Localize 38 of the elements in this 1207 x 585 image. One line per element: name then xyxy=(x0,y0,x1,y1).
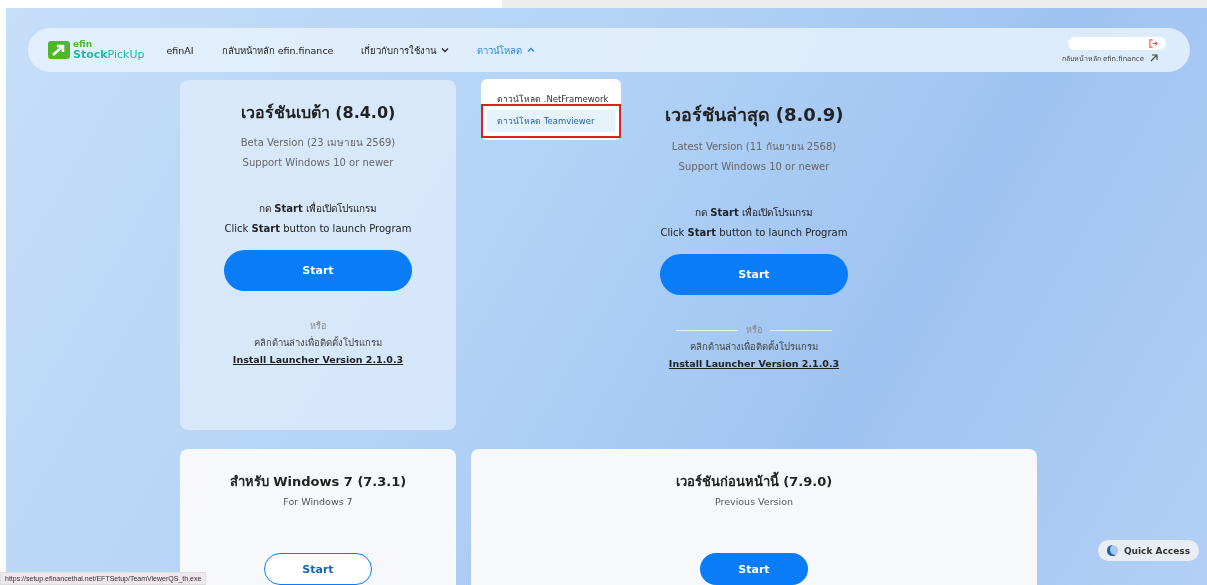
menu-item[interactable]: ดาวน์โหลด .NetFramework xyxy=(487,88,615,110)
or-text: หรือ xyxy=(310,320,326,333)
start-hint: กด Start เพื่อเปิดโปรแกรม xyxy=(259,200,377,216)
start-button[interactable]: Start xyxy=(700,553,808,585)
support-text: Support Windows 10 or newer xyxy=(678,160,830,174)
or-text: หรือ xyxy=(746,324,762,337)
nav-link[interactable]: กลับหน้าหลัก efin.finance xyxy=(221,42,334,58)
menu-item[interactable]: ดาวน์โหลด Teamviewer xyxy=(487,110,615,132)
version-title: เวอร์ชันล่าสุด (8.0.9) xyxy=(664,103,844,129)
start-button[interactable]: Start xyxy=(264,553,372,585)
logout-icon xyxy=(1149,38,1158,48)
nav-link[interactable]: เกี่ยวกับการใช้งาน xyxy=(361,42,450,58)
logo-text: Stock xyxy=(73,48,108,61)
install-link[interactable]: Install Launcher Version 2.1.0.3 xyxy=(668,358,840,369)
start-hint: กด Start เพื่อเปิดโปรแกรม xyxy=(695,204,813,220)
account-field[interactable] xyxy=(1068,36,1166,50)
version-subtitle: For Windows 7 xyxy=(283,496,353,507)
logo-text: PickUp xyxy=(107,48,145,61)
version-subtitle: Beta Version (23 เมษายน 2569) xyxy=(240,136,396,150)
version-title: เวอร์ชันก่อนหน้านี้ (7.9.0) xyxy=(675,471,833,492)
install-link[interactable]: Install Launcher Version 2.1.0.3 xyxy=(232,354,404,365)
arrow-logo-icon xyxy=(48,41,70,59)
start-hint: Click Start button to launch Program xyxy=(660,226,848,240)
start-hint: Click Start button to launch Program xyxy=(224,222,412,236)
arrow-up-right-icon xyxy=(1150,54,1158,62)
crescent-icon xyxy=(1106,545,1118,556)
start-button[interactable]: Start xyxy=(224,250,412,291)
quick-access-button[interactable]: Quick Access xyxy=(1097,540,1199,561)
version-subtitle: Previous Version xyxy=(714,496,794,507)
version-title: สำหรับ Windows 7 (7.3.1) xyxy=(229,473,407,491)
version-title: เวอร์ชันเบต้า (8.4.0) xyxy=(240,102,396,124)
support-text: Support Windows 10 or newer xyxy=(242,156,394,170)
install-hint: คลิกด้านล่างเพื่อติดตั้งโปรแกรม xyxy=(254,335,382,350)
logo-text: efin xyxy=(73,40,94,49)
install-hint: คลิกด้านล่างเพื่อติดตั้งโปรแกรม xyxy=(690,339,818,354)
start-button[interactable]: Start xyxy=(660,254,848,295)
nav-link[interactable]: efinAI xyxy=(166,42,194,58)
version-subtitle: Latest Version (11 กันยายน 2568) xyxy=(671,140,837,154)
